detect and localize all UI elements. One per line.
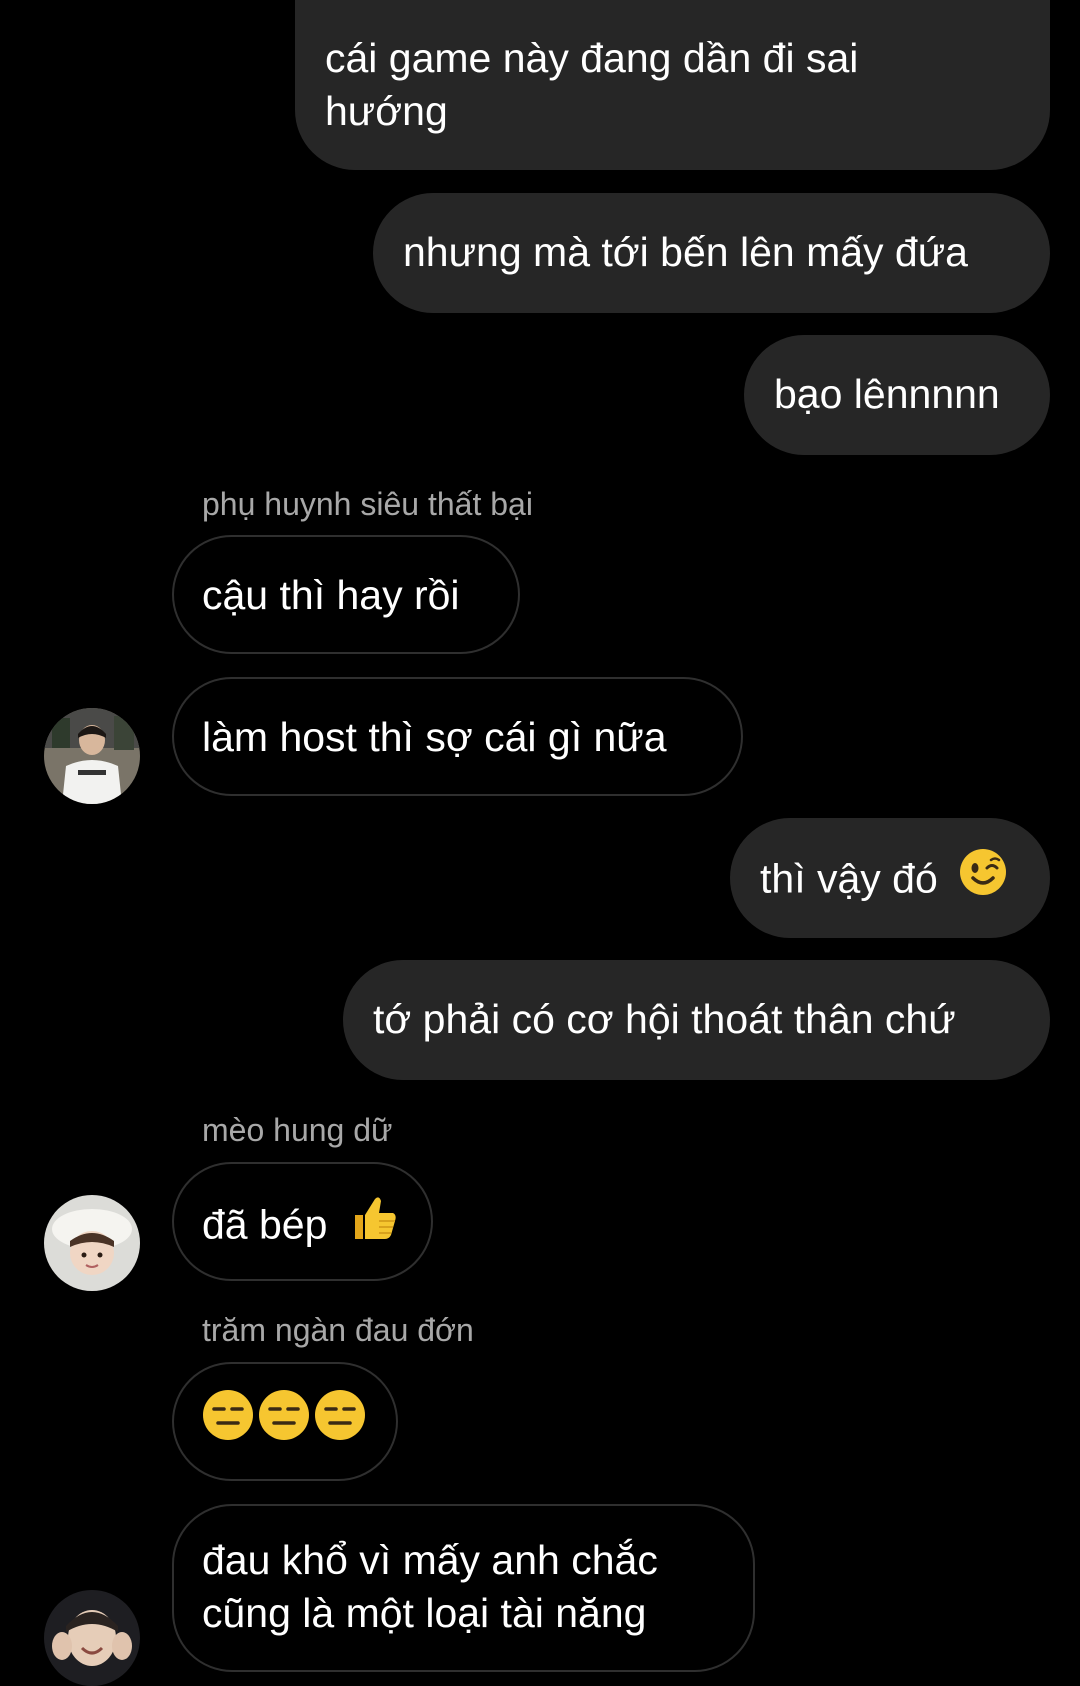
message-text: đau khổ vì mấy anh chắc xyxy=(202,1537,658,1583)
message-bubble-outgoing[interactable]: nhưng mà tới bến lên mấy đứa xyxy=(373,193,1050,313)
avatar[interactable] xyxy=(44,1590,140,1686)
avatar[interactable] xyxy=(44,708,140,804)
avatar-photo-icon xyxy=(44,1590,140,1686)
expressionless-face-icon xyxy=(202,1389,254,1454)
winking-face-icon xyxy=(959,848,1007,909)
message-bubble-outgoing[interactable]: thì vậy đó xyxy=(730,818,1050,938)
message-text: cũng là một loại tài năng xyxy=(202,1590,647,1636)
message-bubble-incoming[interactable] xyxy=(172,1362,398,1481)
message-text: cậu thì hay rồi xyxy=(202,572,460,618)
message-text: bạo lênnnnn xyxy=(774,371,1000,417)
message-bubble-outgoing[interactable]: cái game này đang dần đi sai hướng xyxy=(295,0,1050,170)
message-text: cái game này đang dần đi sai xyxy=(325,35,859,81)
expressionless-face-icon xyxy=(258,1389,310,1454)
message-bubble-incoming[interactable]: cậu thì hay rồi xyxy=(172,535,520,654)
message-text: thì vậy đó xyxy=(760,855,938,902)
message-bubble-outgoing[interactable]: bạo lênnnnn xyxy=(744,335,1050,455)
avatar-photo-icon xyxy=(44,708,140,804)
message-bubble-incoming[interactable]: đã bép xyxy=(172,1162,433,1281)
sender-name: mèo hung dữ xyxy=(202,1112,393,1148)
sender-name: trăm ngàn đau đớn xyxy=(202,1312,474,1348)
sender-name: phụ huynh siêu thất bại xyxy=(202,486,533,522)
message-bubble-incoming[interactable]: đau khổ vì mấy anh chắc cũng là một loại… xyxy=(172,1504,755,1672)
message-bubble-outgoing[interactable]: tớ phải có cơ hội thoát thân chứ xyxy=(343,960,1050,1080)
expressionless-face-icon xyxy=(314,1389,366,1454)
thumbs-up-icon xyxy=(349,1193,399,1256)
message-text: tớ phải có cơ hội thoát thân chứ xyxy=(373,996,956,1042)
message-text: làm host thì sợ cái gì nữa xyxy=(202,714,667,760)
message-bubble-incoming[interactable]: làm host thì sợ cái gì nữa xyxy=(172,677,743,796)
message-text: hướng xyxy=(325,88,448,134)
avatar[interactable] xyxy=(44,1195,140,1291)
message-text: nhưng mà tới bến lên mấy đứa xyxy=(403,229,968,275)
message-text: đã bép xyxy=(202,1201,328,1248)
avatar-photo-icon xyxy=(44,1195,140,1291)
